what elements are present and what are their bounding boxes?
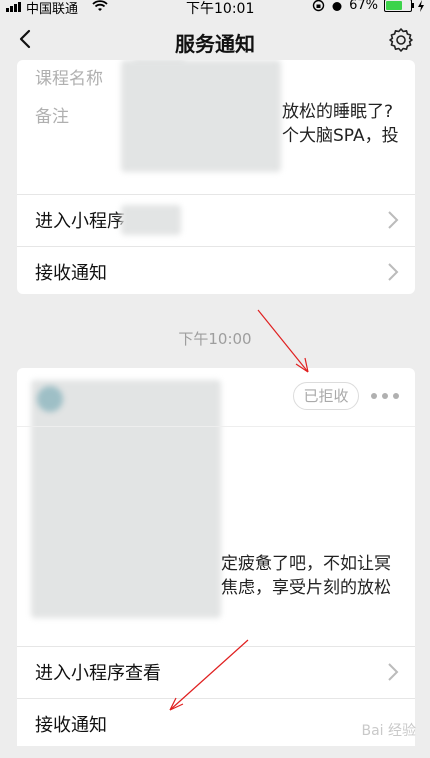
receive-notification-row-1[interactable]: 接收通知 xyxy=(17,246,415,294)
message-text-line1: 定疲惫了吧，不如让冥 xyxy=(221,554,391,574)
battery-percent: 67% xyxy=(349,0,378,13)
message-text-line2: 焦虑，享受片刻的放松 xyxy=(221,578,391,598)
time-divider: 下午10:00 xyxy=(178,330,252,348)
enter-miniprogram-view-row[interactable]: 进入小程序查看 xyxy=(17,646,415,697)
settings-gear-icon[interactable] xyxy=(388,27,414,53)
status-bar: 中国联通 下午10:01 67% xyxy=(0,0,430,17)
blurred-miniprogram-name xyxy=(121,205,181,235)
rotation-lock-icon xyxy=(312,0,325,12)
more-options-icon[interactable] xyxy=(371,393,399,399)
chevron-right-icon xyxy=(388,663,399,681)
notification-card-1: 课程名称 备注 放松的睡眠了? 个大脑SPA，投 进入小程序 接收通知 xyxy=(17,60,415,294)
enter-miniprogram-label: 进入小程序 xyxy=(35,211,125,232)
miniprogram-avatar xyxy=(37,386,63,412)
watermark-logo: Bai 经验 xyxy=(361,723,416,739)
enter-miniprogram-row-1[interactable]: 进入小程序 xyxy=(17,194,415,245)
card-header-divider xyxy=(17,426,415,427)
wifi-icon xyxy=(92,0,108,11)
charging-icon xyxy=(418,0,424,12)
receive-notification-label: 接收通知 xyxy=(35,263,107,284)
enter-miniprogram-view-label: 进入小程序查看 xyxy=(35,663,161,684)
chevron-right-icon xyxy=(388,211,399,229)
receive-notification-row-2[interactable]: 接收通知 xyxy=(17,698,415,746)
receive-notification-label: 接收通知 xyxy=(35,715,107,736)
remark-text-line2: 个大脑SPA，投 xyxy=(282,126,399,146)
blurred-header-and-body xyxy=(31,380,221,618)
alarm-icon xyxy=(332,1,342,11)
remark-text-line1: 放松的睡眠了? xyxy=(282,102,394,122)
chevron-right-icon xyxy=(388,263,399,281)
notification-card-2: 已拒收 定疲惫了吧，不如让冥 焦虑，享受片刻的放松 进入小程序查看 接收通知 xyxy=(17,368,415,746)
rejected-status-badge: 已拒收 xyxy=(293,382,359,410)
remark-label: 备注 xyxy=(35,107,69,127)
page-title: 服务通知 xyxy=(175,32,255,56)
signal-icon xyxy=(6,2,21,12)
course-name-label: 课程名称 xyxy=(35,69,103,89)
blurred-remark-area xyxy=(121,60,281,172)
battery-icon xyxy=(384,0,414,12)
